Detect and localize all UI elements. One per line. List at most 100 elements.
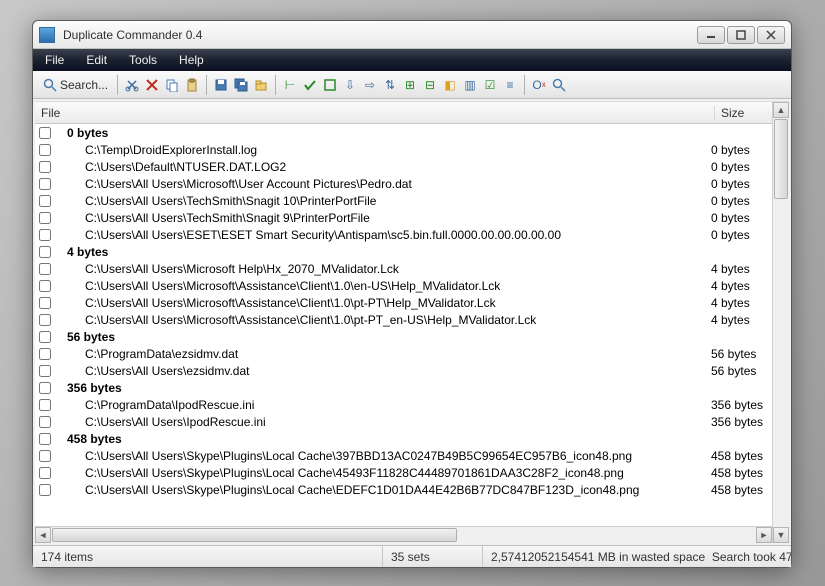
file-row[interactable]: C:\ProgramData\IpodRescue.ini356 bytes	[35, 396, 772, 413]
menu-tools[interactable]: Tools	[129, 53, 157, 67]
scroll-left-icon[interactable]: ◄	[35, 527, 51, 543]
file-checkbox[interactable]	[39, 280, 51, 292]
file-row[interactable]: C:\Users\All Users\IpodRescue.ini356 byt…	[35, 413, 772, 430]
uncheck-icon[interactable]	[321, 76, 339, 94]
split-icon[interactable]: ⊢	[281, 76, 299, 94]
file-checkbox[interactable]	[39, 467, 51, 479]
vertical-scrollbar[interactable]: ▲ ▼	[772, 102, 789, 543]
copy-icon[interactable]	[163, 76, 181, 94]
file-checkbox[interactable]	[39, 195, 51, 207]
rows-container[interactable]: 0 bytesC:\Temp\DroidExplorerInstall.log0…	[35, 124, 772, 526]
expand-icon[interactable]: ⊞	[401, 76, 419, 94]
column-size[interactable]: Size	[715, 106, 772, 120]
group-checkbox[interactable]	[39, 433, 51, 445]
search-button[interactable]: Search...	[39, 76, 112, 94]
file-path: C:\Users\All Users\Microsoft\User Accoun…	[57, 177, 705, 191]
file-checkbox[interactable]	[39, 297, 51, 309]
file-checkbox[interactable]	[39, 212, 51, 224]
group-row[interactable]: 356 bytes	[35, 379, 772, 396]
arrow-right-icon[interactable]: ⇨	[361, 76, 379, 94]
file-row[interactable]: C:\Users\All Users\TechSmith\Snagit 10\P…	[35, 192, 772, 209]
group-label: 356 bytes	[57, 381, 122, 395]
app-window: Duplicate Commander 0.4 File Edit Tools …	[32, 20, 792, 568]
group-row[interactable]: 4 bytes	[35, 243, 772, 260]
open-icon[interactable]	[252, 76, 270, 94]
file-checkbox[interactable]	[39, 314, 51, 326]
paste-icon[interactable]	[183, 76, 201, 94]
filter-icon[interactable]: ▥	[461, 76, 479, 94]
file-row[interactable]: C:\Users\All Users\ESET\ESET Smart Secur…	[35, 226, 772, 243]
save-icon[interactable]	[212, 76, 230, 94]
find-icon[interactable]	[550, 76, 568, 94]
group-label: 458 bytes	[57, 432, 122, 446]
hscroll-thumb[interactable]	[52, 528, 457, 542]
file-checkbox[interactable]	[39, 229, 51, 241]
file-size: 0 bytes	[705, 194, 750, 208]
file-checkbox[interactable]	[39, 348, 51, 360]
menu-help[interactable]: Help	[179, 53, 204, 67]
file-size: 356 bytes	[705, 415, 763, 429]
file-checkbox[interactable]	[39, 450, 51, 462]
scroll-down-icon[interactable]: ▼	[773, 527, 789, 543]
sort-icon[interactable]: ⇅	[381, 76, 399, 94]
file-path: C:\ProgramData\ezsidmv.dat	[57, 347, 705, 361]
file-size: 0 bytes	[705, 228, 750, 242]
group-checkbox[interactable]	[39, 127, 51, 139]
file-checkbox[interactable]	[39, 161, 51, 173]
file-path: C:\Users\All Users\Microsoft Help\Hx_207…	[57, 262, 705, 276]
file-checkbox[interactable]	[39, 144, 51, 156]
toggle-icon[interactable]: ◧	[441, 76, 459, 94]
file-row[interactable]: C:\Users\All Users\Microsoft\Assistance\…	[35, 277, 772, 294]
file-row[interactable]: C:\Users\All Users\Skype\Plugins\Local C…	[35, 481, 772, 498]
status-sets: 35 sets	[383, 546, 483, 567]
file-checkbox[interactable]	[39, 416, 51, 428]
file-row[interactable]: C:\Users\All Users\TechSmith\Snagit 9\Pr…	[35, 209, 772, 226]
file-row[interactable]: C:\Temp\DroidExplorerInstall.log0 bytes	[35, 141, 772, 158]
save-all-icon[interactable]	[232, 76, 250, 94]
file-row[interactable]: C:\Users\Default\NTUSER.DAT.LOG20 bytes	[35, 158, 772, 175]
file-checkbox[interactable]	[39, 365, 51, 377]
vscroll-thumb[interactable]	[774, 119, 788, 199]
clear-icon[interactable]: Ox	[530, 76, 548, 94]
group-checkbox[interactable]	[39, 382, 51, 394]
file-row[interactable]: C:\ProgramData\ezsidmv.dat56 bytes	[35, 345, 772, 362]
group-row[interactable]: 56 bytes	[35, 328, 772, 345]
scroll-right-icon[interactable]: ►	[756, 527, 772, 543]
arrow-down-icon[interactable]: ⇩	[341, 76, 359, 94]
file-row[interactable]: C:\Users\All Users\Microsoft\Assistance\…	[35, 294, 772, 311]
file-row[interactable]: C:\Users\All Users\ezsidmv.dat56 bytes	[35, 362, 772, 379]
file-checkbox[interactable]	[39, 263, 51, 275]
list-icon[interactable]: ≡	[501, 76, 519, 94]
file-size: 0 bytes	[705, 143, 750, 157]
scroll-up-icon[interactable]: ▲	[773, 102, 789, 118]
titlebar[interactable]: Duplicate Commander 0.4	[33, 21, 791, 49]
cut-icon[interactable]	[123, 76, 141, 94]
file-row[interactable]: C:\Users\All Users\Microsoft\User Accoun…	[35, 175, 772, 192]
file-row[interactable]: C:\Users\All Users\Skype\Plugins\Local C…	[35, 464, 772, 481]
file-path: C:\Users\All Users\Skype\Plugins\Local C…	[57, 483, 705, 497]
group-checkbox[interactable]	[39, 331, 51, 343]
file-path: C:\Users\All Users\TechSmith\Snagit 10\P…	[57, 194, 705, 208]
menu-edit[interactable]: Edit	[86, 53, 107, 67]
file-checkbox[interactable]	[39, 399, 51, 411]
group-row[interactable]: 0 bytes	[35, 124, 772, 141]
file-row[interactable]: C:\Users\All Users\Skype\Plugins\Local C…	[35, 447, 772, 464]
column-file[interactable]: File	[35, 106, 715, 120]
group-row[interactable]: 458 bytes	[35, 430, 772, 447]
close-button[interactable]	[757, 26, 785, 44]
maximize-button[interactable]	[727, 26, 755, 44]
file-row[interactable]: C:\Users\All Users\Microsoft\Assistance\…	[35, 311, 772, 328]
minimize-button[interactable]	[697, 26, 725, 44]
file-path: C:\Users\Default\NTUSER.DAT.LOG2	[57, 160, 705, 174]
file-checkbox[interactable]	[39, 484, 51, 496]
file-size: 4 bytes	[705, 262, 750, 276]
horizontal-scrollbar[interactable]: ◄ ►	[35, 526, 772, 543]
check-all-icon[interactable]: ☑	[481, 76, 499, 94]
menu-file[interactable]: File	[45, 53, 64, 67]
delete-icon[interactable]	[143, 76, 161, 94]
file-checkbox[interactable]	[39, 178, 51, 190]
file-row[interactable]: C:\Users\All Users\Microsoft Help\Hx_207…	[35, 260, 772, 277]
check-icon[interactable]	[301, 76, 319, 94]
collapse-icon[interactable]: ⊟	[421, 76, 439, 94]
group-checkbox[interactable]	[39, 246, 51, 258]
